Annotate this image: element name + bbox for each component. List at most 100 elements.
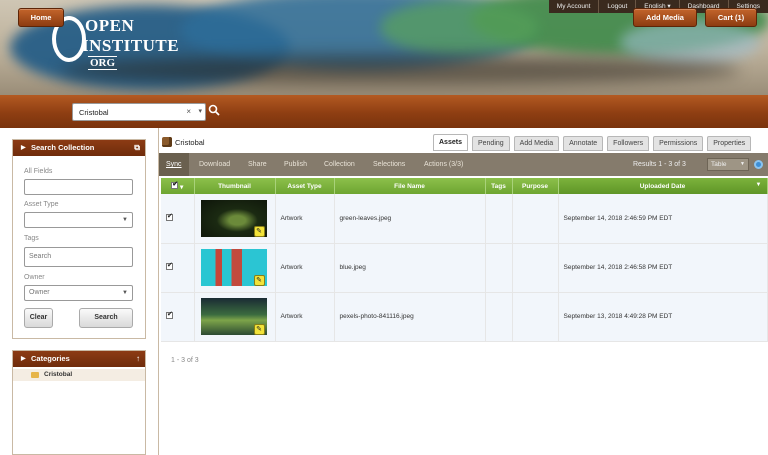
- global-search-input[interactable]: Cristobal × ▾: [72, 103, 206, 121]
- select-all-dropdown-icon[interactable]: ▾: [180, 184, 183, 191]
- categories-panel: ▶ Categories ↑ Cristobal: [12, 350, 146, 455]
- col-asset-type[interactable]: Asset Type: [275, 178, 335, 194]
- row-checkbox[interactable]: [166, 310, 173, 319]
- add-media-button[interactable]: Add Media: [633, 8, 697, 27]
- site-logo[interactable]: OPEN INSTITUTE ORG: [52, 14, 202, 74]
- search-button[interactable]: Search: [79, 308, 133, 328]
- search-collection-header[interactable]: ▶ Search Collection ⧉: [13, 140, 145, 156]
- tab-assets[interactable]: Assets: [433, 134, 468, 151]
- row-checkbox[interactable]: [166, 212, 173, 221]
- owner-placeholder: Owner: [29, 289, 50, 296]
- bookmark-badge-icon: ✎: [253, 225, 265, 237]
- clear-search-icon[interactable]: ×: [186, 107, 191, 116]
- bookmark-badge-icon: ✎: [253, 275, 265, 286]
- purpose-cell: [512, 243, 559, 293]
- uploaded-date-cell: September 14, 2018 2:46:59 PM EDT: [558, 194, 768, 244]
- all-fields-input[interactable]: [24, 179, 133, 195]
- logout-link[interactable]: Logout: [598, 0, 635, 13]
- cart-button[interactable]: Cart (1): [705, 8, 757, 27]
- search-collection-panel: ▶ Search Collection ⧉ All Fields Asset T…: [12, 139, 146, 339]
- share-action[interactable]: Share: [248, 153, 267, 176]
- owner-select[interactable]: Owner ▼: [24, 285, 133, 301]
- file-name-cell[interactable]: pexels-photo-841116.jpeg: [334, 292, 486, 342]
- thumbnail-cell[interactable]: ✎: [194, 243, 276, 293]
- col-file-name[interactable]: File Name: [334, 178, 486, 194]
- up-arrow-icon[interactable]: ↑: [136, 351, 140, 367]
- tab-properties[interactable]: Properties: [707, 136, 752, 151]
- category-item[interactable]: Cristobal: [13, 369, 145, 381]
- bookmark-badge-icon: ✎: [253, 324, 265, 335]
- table-row[interactable]: ✎ Artwork blue.jpeg September 14, 2018 2…: [161, 243, 768, 293]
- table-header-row: ▾ Thumbnail Asset Type File Name Tags Pu…: [161, 178, 768, 194]
- clear-button[interactable]: Clear: [24, 308, 53, 328]
- publish-action[interactable]: Publish: [284, 153, 307, 176]
- expand-panel-icon[interactable]: ⧉: [134, 140, 140, 156]
- main-content: Cristobal Assets Pending Add Media Annot…: [158, 128, 768, 455]
- thumbnail-cell[interactable]: ✎: [194, 292, 276, 342]
- uploaded-date-cell: September 14, 2018 2:46:58 PM EDT: [558, 243, 768, 293]
- tags-cell: [485, 243, 513, 293]
- tags-input[interactable]: Search: [24, 247, 133, 267]
- collapse-triangle-icon: ▶: [21, 356, 26, 362]
- select-all-header[interactable]: ▾: [161, 178, 195, 194]
- view-mode-value: Table: [711, 161, 727, 168]
- select-all-checkbox[interactable]: [171, 180, 179, 189]
- breadcrumb-label[interactable]: Cristobal: [175, 138, 205, 147]
- col-uploaded-date[interactable]: Uploaded Date ▼: [558, 178, 768, 194]
- tab-followers[interactable]: Followers: [607, 136, 650, 151]
- table-row[interactable]: ✎ Artwork green-leaves.jpeg September 14…: [161, 194, 768, 244]
- row-checkbox-cell[interactable]: [161, 243, 195, 293]
- purpose-cell: [512, 292, 559, 342]
- asset-thumbnail[interactable]: ✎: [200, 249, 267, 286]
- col-purpose[interactable]: Purpose: [512, 178, 559, 194]
- col-thumbnail[interactable]: Thumbnail: [194, 178, 276, 194]
- search-icon[interactable]: [208, 104, 220, 116]
- logo-line-2: INSTITUTE: [82, 36, 180, 55]
- tab-annotate[interactable]: Annotate: [563, 136, 604, 151]
- thumbnail-cell[interactable]: ✎: [194, 194, 276, 244]
- settings-gear-icon[interactable]: [754, 160, 763, 169]
- row-checkbox[interactable]: [166, 261, 173, 270]
- sync-action[interactable]: Sync: [159, 153, 189, 176]
- row-checkbox-cell[interactable]: [161, 292, 195, 342]
- asset-type-label: Asset Type: [24, 201, 59, 208]
- search-dropdown-icon[interactable]: ▾: [198, 107, 202, 115]
- download-action[interactable]: Download: [199, 153, 230, 176]
- table-row[interactable]: ✎ Artwork pexels-photo-841116.jpeg Septe…: [161, 292, 768, 342]
- asset-type-cell: Artwork: [275, 194, 335, 244]
- breadcrumb: Cristobal: [162, 137, 205, 147]
- banner-paint: [380, 0, 540, 55]
- asset-thumbnail[interactable]: ✎: [200, 199, 267, 237]
- view-mode-select[interactable]: Table ▼: [707, 158, 749, 171]
- folder-icon: [31, 372, 39, 378]
- collection-tabs: Assets Pending Add Media Annotate Follow…: [433, 134, 752, 151]
- assets-table: ▾ Thumbnail Asset Type File Name Tags Pu…: [161, 178, 768, 342]
- asset-type-select[interactable]: ▼: [24, 212, 133, 228]
- owner-label: Owner: [24, 274, 45, 281]
- search-value: Cristobal: [79, 108, 109, 117]
- collapse-triangle-icon: ▶: [21, 145, 26, 151]
- action-bar: Sync Download Share Publish Collection S…: [159, 153, 768, 176]
- file-name-cell[interactable]: green-leaves.jpeg: [334, 194, 486, 244]
- tab-add-media[interactable]: Add Media: [513, 136, 560, 151]
- actions-menu[interactable]: Actions (3/3): [424, 153, 463, 176]
- tab-pending[interactable]: Pending: [471, 136, 510, 151]
- tags-cell: [485, 194, 513, 244]
- my-account-link[interactable]: My Account: [549, 0, 599, 13]
- categories-header[interactable]: ▶ Categories ↑: [13, 351, 145, 367]
- row-checkbox-cell[interactable]: [161, 194, 195, 244]
- asset-type-cell: Artwork: [275, 243, 335, 293]
- file-name-cell[interactable]: blue.jpeg: [334, 243, 486, 293]
- col-tags[interactable]: Tags: [485, 178, 513, 194]
- home-button[interactable]: Home: [18, 8, 64, 27]
- tags-label: Tags: [24, 235, 39, 242]
- category-label: Cristobal: [44, 371, 73, 378]
- asset-thumbnail[interactable]: ✎: [200, 298, 267, 335]
- chevron-down-icon: ▼: [122, 217, 128, 223]
- tab-permissions[interactable]: Permissions: [653, 136, 704, 151]
- selections-action[interactable]: Selections: [373, 153, 405, 176]
- collection-action[interactable]: Collection: [324, 153, 355, 176]
- uploaded-date-cell: September 13, 2018 4:49:28 PM EDT: [558, 292, 768, 342]
- purpose-cell: [512, 194, 559, 244]
- all-fields-label: All Fields: [24, 168, 53, 175]
